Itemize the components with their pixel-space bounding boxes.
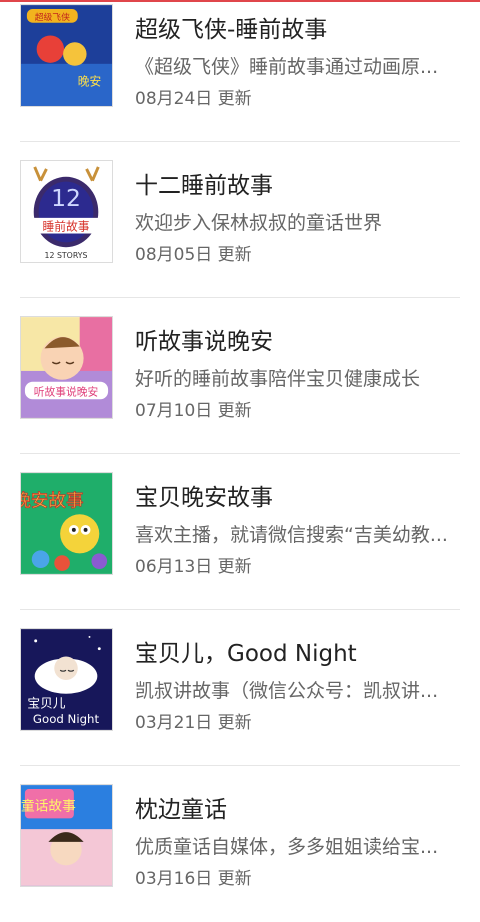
item-update-date: 08月24日 更新 (135, 89, 252, 109)
album-cover: 12 睡前故事 12 STORYS (20, 160, 113, 263)
svg-text:12: 12 (51, 184, 81, 212)
svg-text:超级飞侠: 超级飞侠 (35, 11, 70, 23)
list-item[interactable]: 宝贝儿 Good Night 宝贝儿，Good Night 凯叔讲故事（微信公众… (20, 628, 460, 766)
item-title: 枕边童话 (135, 797, 227, 823)
list-item[interactable]: 童话故事 枕边童话 优质童话自媒体，多多姐姐读给宝... 03月16日 更新 (20, 784, 460, 922)
item-description: 好听的睡前故事陪伴宝贝健康成长 (135, 368, 421, 390)
album-cover: 童话故事 (20, 784, 113, 887)
item-update-date: 03月16日 更新 (135, 869, 252, 889)
item-title: 宝贝晚安故事 (135, 485, 273, 511)
svg-text:睡前故事: 睡前故事 (43, 220, 90, 234)
item-title: 超级飞侠-睡前故事 (135, 17, 328, 43)
item-title: 听故事说晚安 (135, 329, 273, 355)
list-item[interactable]: 超级飞侠 晚安 超级飞侠-睡前故事 《超级飞侠》睡前故事通过动画原... 08月… (20, 4, 460, 142)
item-update-date: 08月05日 更新 (135, 245, 252, 265)
album-cover: 宝贝儿 Good Night (20, 628, 113, 731)
item-update-date: 06月13日 更新 (135, 557, 252, 577)
item-title: 宝贝儿，Good Night (135, 641, 357, 667)
item-title: 十二睡前故事 (135, 173, 273, 199)
list-item[interactable]: 听故事说晚安 听故事说晚安 好听的睡前故事陪伴宝贝健康成长 07月10日 更新 (20, 316, 460, 454)
svg-text:听故事说晚安: 听故事说晚安 (34, 385, 99, 398)
svg-text:晚安故事: 晚安故事 (21, 491, 84, 511)
svg-text:12 STORYS: 12 STORYS (45, 251, 88, 260)
item-description: 《超级飞侠》睡前故事通过动画原... (135, 56, 439, 78)
item-description: 喜欢主播，就请微信搜索“吉美幼教... (135, 524, 448, 546)
svg-text:晚安: 晚安 (78, 74, 101, 88)
album-cover: 听故事说晚安 (20, 316, 113, 419)
svg-text:宝贝儿: 宝贝儿 (27, 695, 65, 710)
item-description: 欢迎步入保林叔叔的童话世界 (135, 212, 383, 234)
item-update-date: 07月10日 更新 (135, 401, 252, 421)
svg-text:童话故事: 童话故事 (21, 798, 76, 815)
item-description: 凯叔讲故事（微信公众号：凯叔讲... (135, 680, 439, 702)
item-update-date: 03月21日 更新 (135, 713, 252, 733)
list-item[interactable]: 12 睡前故事 12 STORYS 十二睡前故事 欢迎步入保林叔叔的童话世界 0… (20, 160, 460, 298)
svg-text:Good Night: Good Night (33, 712, 100, 726)
story-list: 超级飞侠 晚安 超级飞侠-睡前故事 《超级飞侠》睡前故事通过动画原... 08月… (0, 2, 480, 922)
item-description: 优质童话自媒体，多多姐姐读给宝... (135, 836, 439, 858)
list-item[interactable]: 晚安故事 宝贝晚安故事 喜欢主播，就请微信搜索“吉美幼教... 06月13日 更… (20, 472, 460, 610)
album-cover: 晚安故事 (20, 472, 113, 575)
album-cover: 超级飞侠 晚安 (20, 4, 113, 107)
